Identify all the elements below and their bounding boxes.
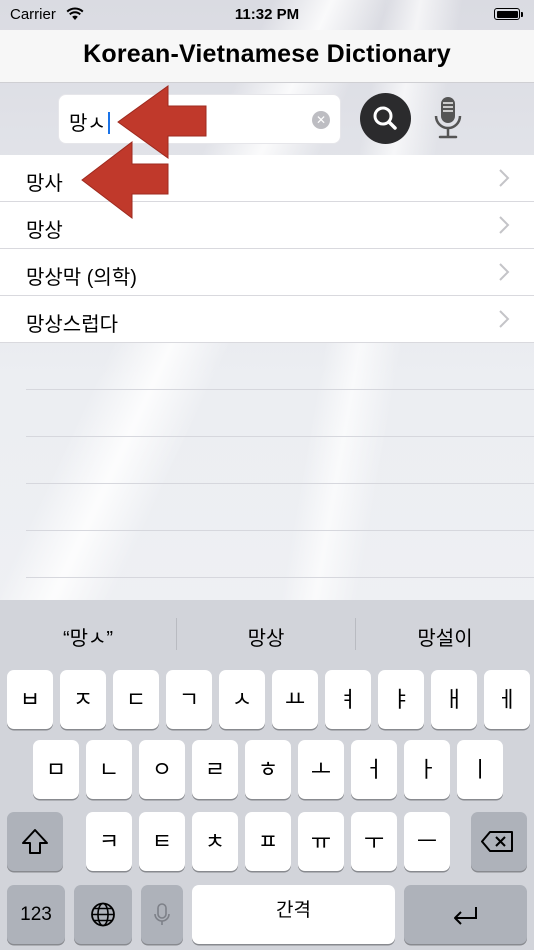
suggestion-item[interactable]: 망상 <box>177 622 355 651</box>
key[interactable]: ㅛ <box>272 670 318 729</box>
key[interactable]: ㄷ <box>113 670 159 729</box>
clear-icon[interactable]: ✕ <box>312 111 330 129</box>
mic-icon[interactable] <box>430 94 466 144</box>
return-key[interactable] <box>404 885 527 944</box>
key[interactable]: ㅊ <box>192 812 238 871</box>
backspace-key[interactable] <box>471 812 527 871</box>
empty-row <box>26 343 534 390</box>
page-title: Korean-Vietnamese Dictionary <box>83 40 451 68</box>
return-icon <box>454 907 477 925</box>
key[interactable]: ㅅ <box>219 670 265 729</box>
key[interactable]: ㅐ <box>431 670 477 729</box>
key[interactable]: ㅍ <box>245 812 291 871</box>
key[interactable]: ㅗ <box>298 740 344 799</box>
navigation-bar: Korean-Vietnamese Dictionary <box>0 30 534 83</box>
key[interactable]: ㄹ <box>192 740 238 799</box>
chevron-right-icon <box>499 216 510 234</box>
list-item-label: 망상스럽다 <box>26 314 118 336</box>
numbers-key[interactable]: 123 <box>7 885 65 944</box>
list-item[interactable]: 망상막 (의학) <box>0 249 534 296</box>
key[interactable]: ㅂ <box>7 670 53 729</box>
list-item-label: 망상막 (의학) <box>26 267 137 289</box>
shift-icon <box>22 829 48 854</box>
globe-icon <box>91 902 115 927</box>
empty-row <box>26 437 534 484</box>
key[interactable]: ㅁ <box>33 740 79 799</box>
list-item-label: 망상 <box>26 220 63 242</box>
key[interactable]: ㅕ <box>325 670 371 729</box>
key[interactable]: ㄱ <box>166 670 212 729</box>
key[interactable]: ㅈ <box>60 670 106 729</box>
key[interactable]: ㅔ <box>484 670 530 729</box>
shift-key[interactable] <box>7 812 63 871</box>
key[interactable]: ㅠ <box>298 812 344 871</box>
empty-row <box>26 484 534 531</box>
key[interactable]: ㅑ <box>378 670 424 729</box>
space-key[interactable]: 간격 <box>192 885 395 944</box>
suggestion-item[interactable]: 망설이 <box>356 622 534 651</box>
list-item-label: 망사 <box>26 173 63 195</box>
key[interactable]: ㅇ <box>139 740 185 799</box>
empty-row <box>26 390 534 437</box>
key[interactable]: ㅓ <box>351 740 397 799</box>
keyboard: “망ㅅ” 망상 망설이 ㅂ ㅈ ㄷ ㄱ ㅅ ㅛ ㅕ ㅑ ㅐ ㅔ ㅁ ㄴ ㅇ ㄹ … <box>0 600 534 950</box>
clock: 11:32 PM <box>234 6 300 23</box>
battery-icon <box>494 8 523 20</box>
globe-key[interactable] <box>74 885 132 944</box>
key[interactable]: ㅎ <box>245 740 291 799</box>
chevron-right-icon <box>499 169 510 187</box>
chevron-right-icon <box>499 310 510 328</box>
backspace-icon <box>481 831 513 852</box>
keyboard-mic-icon <box>154 903 170 925</box>
key[interactable]: ㅡ <box>404 812 450 871</box>
key[interactable]: ㄴ <box>86 740 132 799</box>
dictation-key[interactable] <box>141 885 183 944</box>
key[interactable]: ㅌ <box>139 812 185 871</box>
status-bar: Carrier 11:32 PM <box>0 0 534 30</box>
key[interactable]: ㅣ <box>457 740 503 799</box>
chevron-right-icon <box>499 263 510 281</box>
red-arrow-icon <box>81 140 169 220</box>
text-caret <box>107 112 110 134</box>
empty-row <box>26 531 534 578</box>
search-icon <box>373 106 397 130</box>
key[interactable]: ㅏ <box>404 740 450 799</box>
suggestion-item[interactable]: “망ㅅ” <box>0 622 176 651</box>
search-button[interactable] <box>360 93 411 144</box>
key[interactable]: ㅜ <box>351 812 397 871</box>
search-query-text: 망ㅅ <box>69 107 110 136</box>
suggestion-bar: “망ㅅ” 망상 망설이 <box>0 600 534 666</box>
list-item[interactable]: 망상스럽다 <box>0 296 534 343</box>
key[interactable]: ㅋ <box>86 812 132 871</box>
